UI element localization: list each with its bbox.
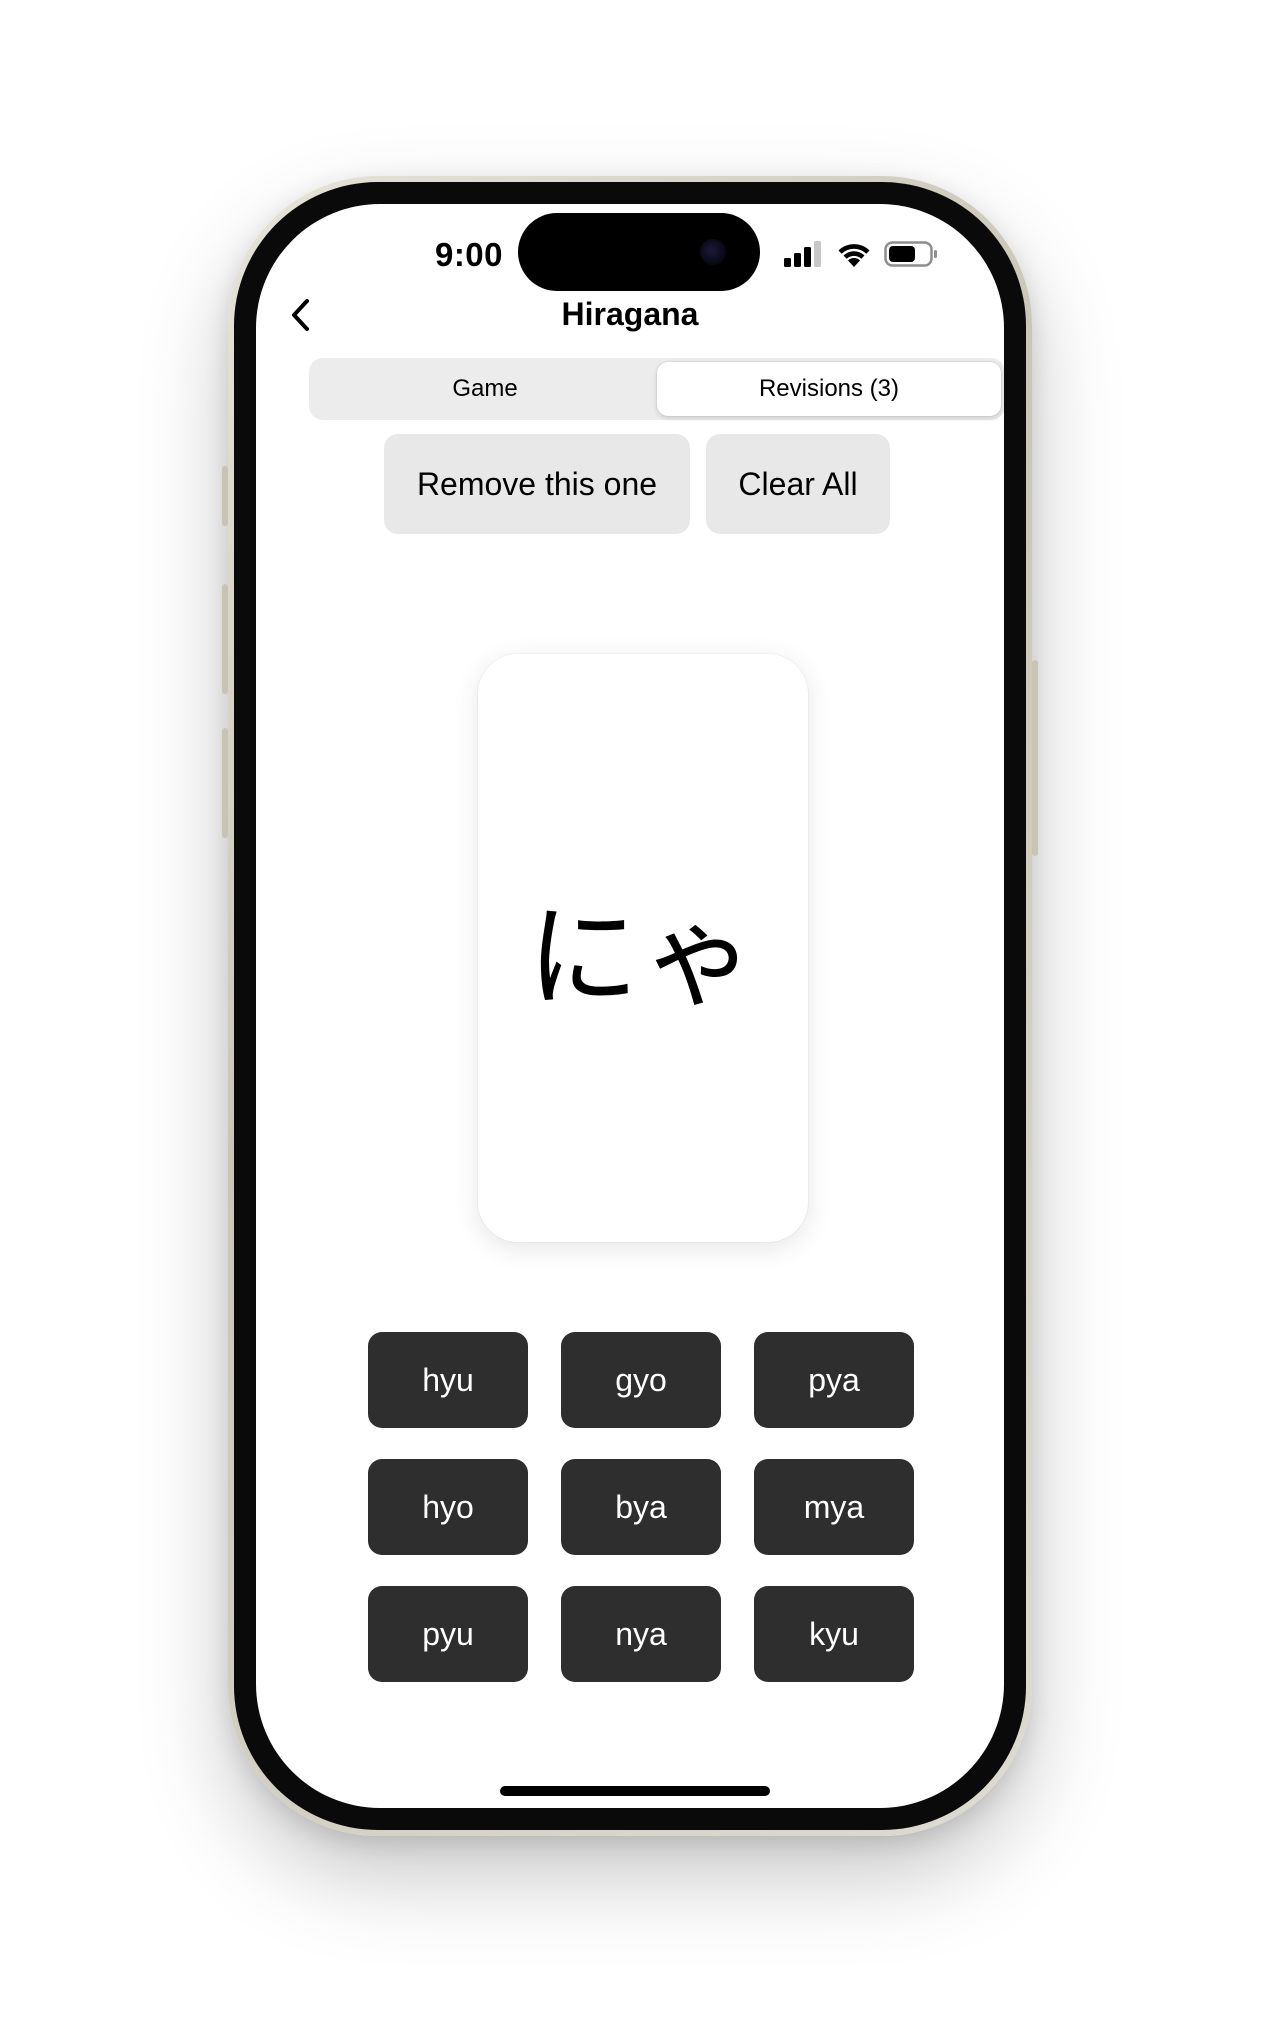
answer-grid: hyu gyo pya hyo bya mya pyu nya kyu (368, 1332, 916, 1682)
segmented-control: Game Revisions (3) (309, 358, 1004, 420)
wifi-icon (838, 244, 870, 267)
page: 9:00 Hiragana Game Revisions (3) Remove … (0, 0, 1280, 2040)
clear-all-button[interactable]: Clear All (706, 434, 890, 534)
page-title: Hiragana (561, 296, 699, 332)
status-icons (784, 236, 938, 272)
status-time: 9:00 (434, 236, 504, 273)
dynamic-island (518, 213, 760, 291)
flash-card[interactable]: にゃ (478, 654, 808, 1242)
answer-button-pyu[interactable]: pyu (368, 1586, 528, 1682)
remove-this-one-button[interactable]: Remove this one (384, 434, 690, 534)
camera-icon (700, 239, 726, 265)
phone-bezel: 9:00 Hiragana Game Revisions (3) Remove … (234, 182, 1026, 1830)
cellular-signal-icon (784, 241, 821, 267)
tab-revisions[interactable]: Revisions (3) (657, 362, 1001, 416)
answer-button-hyu[interactable]: hyu (368, 1332, 528, 1428)
answer-button-pya[interactable]: pya (754, 1332, 914, 1428)
kana-character: にゃ (527, 893, 759, 1023)
screen: 9:00 Hiragana Game Revisions (3) Remove … (256, 204, 1004, 1808)
action-side-button (222, 466, 228, 526)
tab-game[interactable]: Game (313, 362, 657, 416)
battery-icon (884, 241, 937, 267)
answer-button-gyo[interactable]: gyo (561, 1332, 721, 1428)
answer-button-mya[interactable]: mya (754, 1459, 914, 1555)
volume-up-side-button (222, 584, 228, 694)
phone-frame: 9:00 Hiragana Game Revisions (3) Remove … (222, 176, 1038, 1836)
answer-button-nya[interactable]: nya (561, 1586, 721, 1682)
answer-button-kyu[interactable]: kyu (754, 1586, 914, 1682)
home-indicator[interactable] (500, 1786, 770, 1796)
volume-down-side-button (222, 728, 228, 838)
answer-button-hyo[interactable]: hyo (368, 1459, 528, 1555)
answer-button-bya[interactable]: bya (561, 1459, 721, 1555)
power-side-button (1032, 660, 1038, 856)
